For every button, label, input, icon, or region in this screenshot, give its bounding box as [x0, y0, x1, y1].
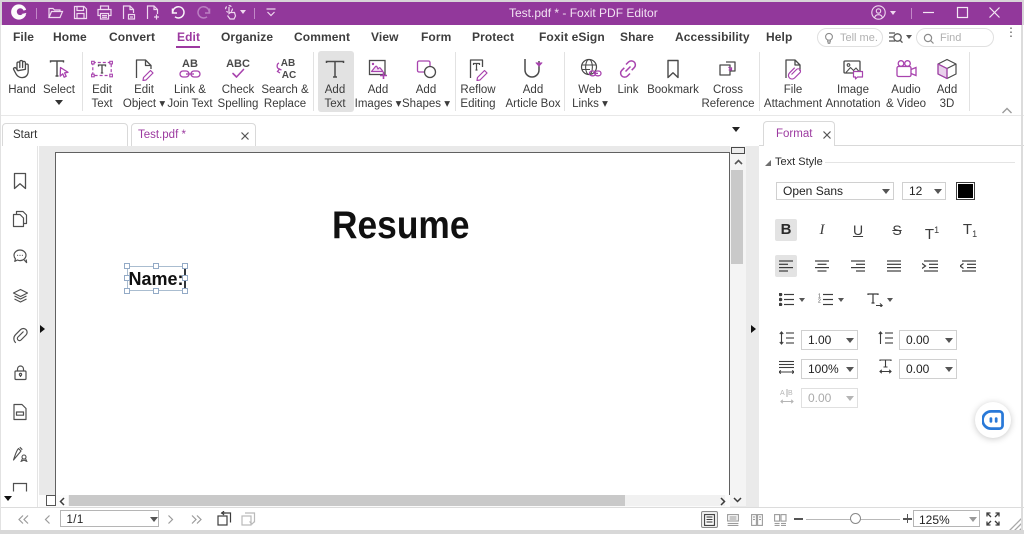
svg-text:AC: AC [282, 70, 296, 81]
svg-text:AB: AB [182, 58, 198, 70]
svg-text:AB: AB [281, 58, 295, 69]
svg-text:B: B [788, 390, 793, 397]
svg-text:A: A [780, 390, 785, 397]
svg-text:ABC: ABC [226, 58, 250, 70]
svg-text:2: 2 [818, 299, 821, 305]
